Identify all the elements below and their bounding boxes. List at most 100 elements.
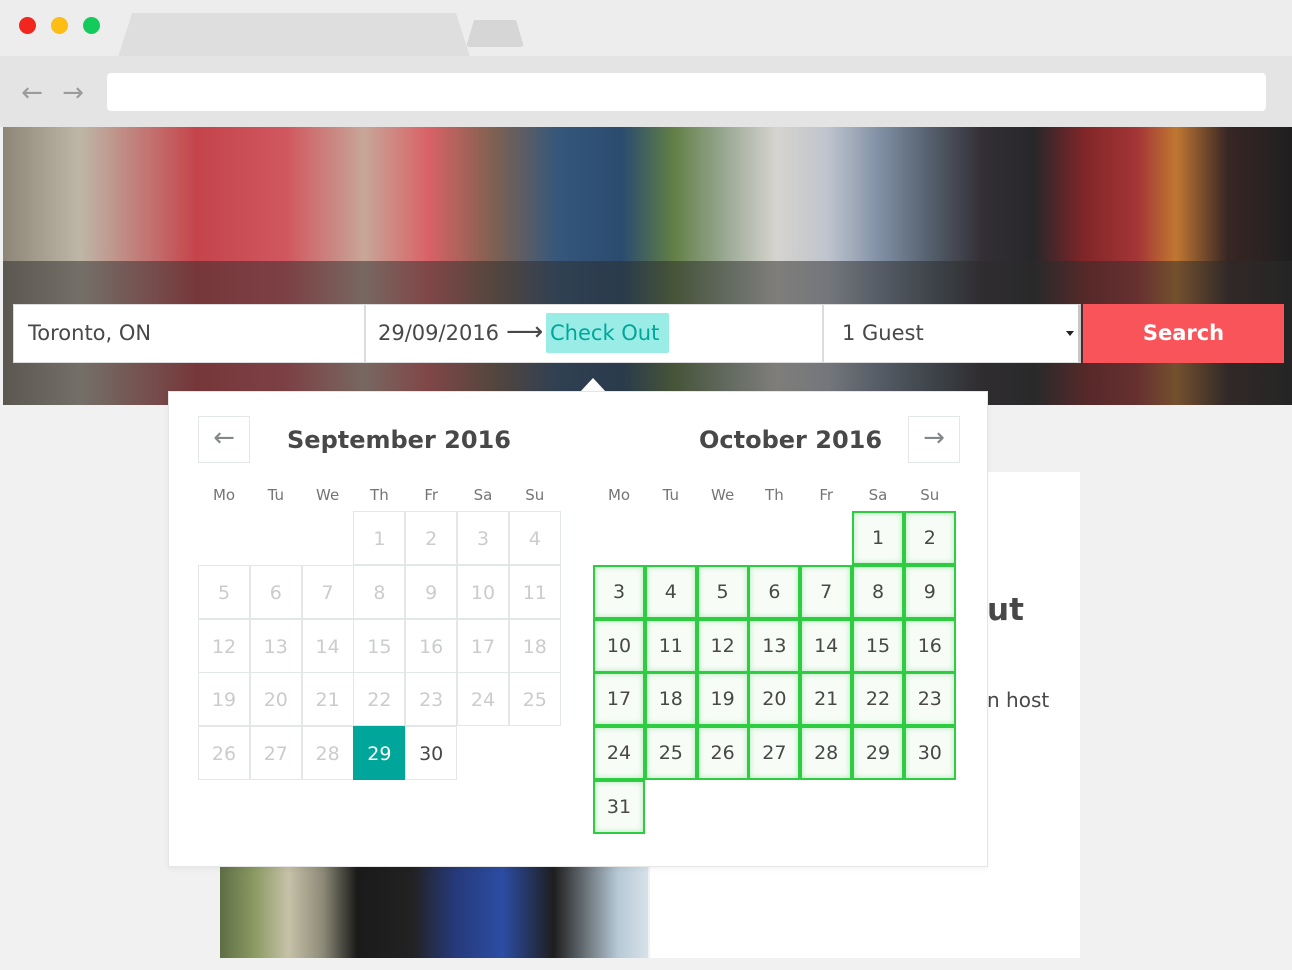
calendar-day[interactable]: 1 [852,511,904,565]
calendar-day[interactable]: 18 [644,672,697,727]
calendar-day[interactable]: 20 [748,672,801,727]
calendar-day: 8 [353,564,406,619]
calendar-day: 10 [457,564,509,619]
back-arrow-icon[interactable]: ← [19,80,45,106]
calendar-day: 18 [508,618,561,673]
calendar-day[interactable]: 30 [903,726,956,781]
calendar-day[interactable]: 19 [696,672,749,727]
weekday-label: Fr [424,486,439,504]
calendar-day: 9 [405,564,458,619]
month-title: September 2016 [287,426,511,454]
calendar-day[interactable]: 7 [800,564,853,619]
calendar-day[interactable]: 27 [748,726,801,781]
weekday-label: Su [920,486,940,504]
calendar-day: 17 [457,618,509,673]
check-in-date[interactable]: 29/09/2016 [378,305,499,362]
forward-arrow-icon[interactable]: → [60,80,86,106]
calendar-day: 7 [301,564,354,619]
calendar-day: 19 [198,672,250,727]
weekday-label: Su [525,486,545,504]
calendar-day: 5 [198,564,250,619]
calendar-day[interactable]: 14 [800,618,853,673]
calendar-day[interactable]: 29 [353,726,406,781]
search-button[interactable]: Search [1083,304,1284,363]
calendar-day[interactable]: 26 [696,726,749,781]
calendar-day[interactable]: 28 [800,726,853,781]
calendar-day: 15 [353,618,406,673]
prev-month-arrow-icon[interactable]: ← [198,416,250,463]
weekday-label: Fr [819,486,834,504]
weekday-label: Tu [662,486,679,504]
calendar-day: 28 [301,726,354,781]
calendar-day: 25 [508,672,561,727]
host-text: n host [987,688,1050,712]
weekday-label: Sa [868,486,888,504]
calendar-day: 12 [198,618,250,673]
calendar-day[interactable]: 9 [903,564,956,619]
calendar-day: 26 [198,726,250,781]
calendar-day[interactable]: 17 [593,672,645,727]
calendar-day[interactable]: 13 [748,618,801,673]
calendar-day[interactable]: 10 [593,618,645,673]
calendar-day: 13 [249,618,302,673]
calendar-day[interactable]: 3 [593,564,645,619]
calendar-day[interactable]: 15 [852,618,904,673]
calendar-day[interactable]: 23 [903,672,956,727]
calendar-day: 4 [508,511,561,565]
next-month-arrow-icon[interactable]: → [908,416,960,463]
weekday-label: Mo [212,486,236,504]
calendar-day[interactable]: 22 [852,672,904,727]
calendar-day[interactable]: 4 [644,564,697,619]
browser-tab[interactable] [118,13,470,57]
calendar-day[interactable]: 24 [593,726,645,781]
calendar-day[interactable]: 29 [852,726,904,781]
guests-select[interactable]: 1 Guest [823,304,1081,363]
weekday-label: Sa [473,486,493,504]
new-tab-button[interactable] [466,20,524,47]
location-input[interactable]: Toronto, ON [13,304,365,363]
hero-image [3,127,1292,405]
weekday-label: Th [765,486,784,504]
calendar-day: 23 [405,672,458,727]
address-bar[interactable] [107,73,1266,111]
calendar-day[interactable]: 31 [593,780,645,834]
calendar-day[interactable]: 6 [748,564,801,619]
weekday-label: We [711,486,735,504]
calendar-day[interactable]: 8 [852,564,904,619]
calendar-day: 6 [249,564,302,619]
calendar-day[interactable]: 2 [903,511,956,565]
maximize-window-button[interactable] [83,17,100,34]
calendar-day[interactable]: 30 [405,726,458,781]
calendar-day[interactable]: 16 [903,618,956,673]
calendar-day: 1 [353,511,406,565]
calendar-day: 24 [457,672,509,727]
calendar-day[interactable]: 25 [644,726,697,781]
date-range-arrow-icon: ⟶ [506,317,544,347]
calendar-day: 2 [405,511,458,565]
weekday-label: Tu [267,486,284,504]
check-out-field[interactable]: Check Out [546,313,669,353]
calendar-day: 20 [249,672,302,727]
weekday-label: Th [370,486,389,504]
caret-down-icon [1066,331,1074,336]
calendar-day: 3 [457,511,509,565]
guests-value: 1 Guest [842,321,924,345]
calendar-day[interactable]: 5 [696,564,749,619]
weekday-label: Mo [607,486,631,504]
calendar-day[interactable]: 21 [800,672,853,727]
calendar-day: 27 [249,726,302,781]
minimize-window-button[interactable] [51,17,68,34]
calendar-day: 21 [301,672,354,727]
calendar-day: 11 [508,564,561,619]
calendar-day[interactable]: 11 [644,618,697,673]
calendar-day: 22 [353,672,406,727]
calendar-day: 14 [301,618,354,673]
close-window-button[interactable] [19,17,36,34]
weekday-label: We [316,486,340,504]
listing-photo [220,866,648,958]
month-title: October 2016 [699,426,883,454]
calendar-day[interactable]: 12 [696,618,749,673]
section-heading: ut [987,592,1024,628]
date-range-input[interactable]: 29/09/2016 ⟶ Check Out [365,304,823,363]
calendar-day: 16 [405,618,458,673]
